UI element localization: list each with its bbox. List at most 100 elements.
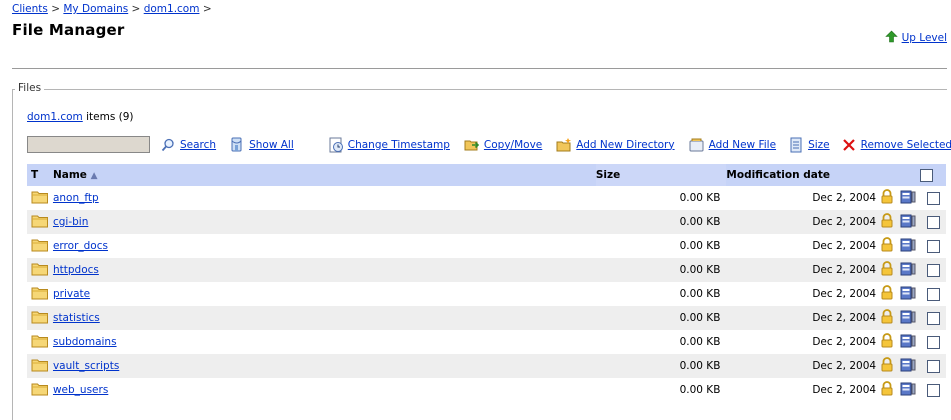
- show-all-icon: [229, 137, 245, 153]
- edit-icon[interactable]: [900, 238, 916, 255]
- edit-cell: [900, 354, 920, 378]
- breadcrumb-clients[interactable]: Clients: [12, 3, 48, 15]
- remove-selected-link[interactable]: Remove Selected: [861, 139, 951, 151]
- row-checkbox[interactable]: [926, 311, 940, 325]
- file-size: 0.00 KB: [679, 384, 721, 396]
- show-all-button[interactable]: Show All: [229, 137, 294, 153]
- breadcrumb-my-domains[interactable]: My Domains: [63, 3, 128, 15]
- permissions-cell: [880, 258, 901, 282]
- file-name-link[interactable]: statistics: [53, 312, 100, 324]
- file-name-cell: httpdocs: [52, 258, 596, 282]
- size-button[interactable]: Size: [788, 137, 830, 153]
- edit-icon[interactable]: [900, 262, 916, 279]
- edit-icon[interactable]: [900, 190, 916, 207]
- row-checkbox[interactable]: [926, 239, 940, 253]
- file-size: 0.00 KB: [679, 336, 721, 348]
- lock-icon[interactable]: [880, 333, 894, 351]
- add-new-directory-button[interactable]: Add New Directory: [556, 137, 675, 153]
- edit-icon[interactable]: [900, 214, 916, 231]
- edit-icon[interactable]: [900, 310, 916, 327]
- lock-icon[interactable]: [880, 381, 894, 399]
- edit-icon[interactable]: [900, 286, 916, 303]
- file-name-link[interactable]: error_docs: [53, 240, 108, 252]
- file-name-link[interactable]: web_users: [53, 384, 108, 396]
- divider: [12, 68, 947, 69]
- edit-cell: [900, 210, 920, 234]
- breadcrumb: Clients > My Domains > dom1.com >: [12, 3, 212, 15]
- lock-icon[interactable]: [880, 309, 894, 327]
- file-size: 0.00 KB: [595, 306, 727, 330]
- lock-icon[interactable]: [880, 285, 894, 303]
- folder-icon: [27, 378, 53, 402]
- edit-icon[interactable]: [900, 334, 916, 351]
- domain-link[interactable]: dom1.com: [27, 111, 83, 123]
- column-name-sort[interactable]: Name ▲: [52, 164, 596, 186]
- row-checkbox[interactable]: [926, 215, 940, 229]
- file-name-link[interactable]: vault_scripts: [53, 360, 119, 372]
- breadcrumb-domain[interactable]: dom1.com: [144, 3, 200, 15]
- row-select-cell: [920, 282, 946, 306]
- lock-icon[interactable]: [880, 189, 894, 207]
- copy-move-button[interactable]: Copy/Move: [464, 137, 542, 153]
- row-checkbox[interactable]: [926, 383, 940, 397]
- size-link[interactable]: Size: [808, 139, 830, 151]
- page-title: File Manager: [12, 21, 125, 39]
- lock-icon[interactable]: [880, 357, 894, 375]
- folder-icon: [27, 306, 53, 330]
- files-section-label: Files: [15, 82, 45, 94]
- row-checkbox[interactable]: [926, 335, 940, 349]
- select-all-checkbox[interactable]: [920, 168, 933, 182]
- row-select-cell: [920, 306, 946, 330]
- change-timestamp-link[interactable]: Change Timestamp: [348, 139, 450, 151]
- add-new-file-button[interactable]: Add New File: [689, 137, 776, 153]
- table-row: anon_ftp 0.00 KB Dec 2, 2004: [27, 186, 946, 210]
- search-button[interactable]: Search: [160, 137, 216, 153]
- folder-icon: [27, 330, 53, 354]
- file-name-link[interactable]: anon_ftp: [53, 192, 99, 204]
- edit-cell: [900, 282, 920, 306]
- edit-cell: [900, 186, 920, 210]
- row-select-cell: [920, 330, 946, 354]
- row-checkbox[interactable]: [926, 263, 940, 277]
- row-checkbox[interactable]: [926, 191, 940, 205]
- row-checkbox[interactable]: [926, 359, 940, 373]
- row-select-cell: [920, 258, 946, 282]
- copy-move-link[interactable]: Copy/Move: [484, 139, 542, 151]
- new-file-icon: [689, 137, 705, 153]
- copy-move-icon: [464, 137, 480, 153]
- folder-icon: [27, 210, 53, 234]
- permissions-cell: [880, 330, 900, 354]
- up-level-button[interactable]: Up Level: [884, 30, 947, 46]
- search-link[interactable]: Search: [180, 139, 216, 151]
- edit-icon[interactable]: [900, 382, 916, 399]
- add-new-file-link[interactable]: Add New File: [709, 139, 776, 151]
- change-timestamp-button[interactable]: Change Timestamp: [328, 137, 450, 153]
- row-select-cell: [920, 234, 946, 258]
- column-modified[interactable]: Modification date: [726, 164, 881, 186]
- file-name-cell: private: [53, 282, 596, 306]
- row-select-cell: [920, 378, 946, 402]
- file-name-link[interactable]: private: [53, 288, 90, 300]
- remove-selected-button[interactable]: Remove Selected: [841, 137, 951, 153]
- table-header-row: T Name ▲ Size Modification date: [27, 164, 946, 186]
- edit-cell: [900, 306, 920, 330]
- file-modified-date: Dec 2, 2004: [726, 258, 881, 282]
- column-size[interactable]: Size: [595, 164, 727, 186]
- column-edit: [900, 164, 920, 186]
- permissions-cell: [880, 354, 901, 378]
- search-input[interactable]: [27, 136, 150, 153]
- lock-icon[interactable]: [880, 213, 894, 231]
- lock-icon[interactable]: [880, 237, 894, 255]
- show-all-link[interactable]: Show All: [249, 139, 294, 151]
- row-checkbox[interactable]: [926, 287, 940, 301]
- edit-cell: [900, 234, 920, 258]
- permissions-cell: [880, 306, 901, 330]
- file-name-link[interactable]: subdomains: [53, 336, 117, 348]
- lock-icon[interactable]: [880, 261, 894, 279]
- file-name-link[interactable]: httpdocs: [53, 264, 99, 276]
- up-level-link[interactable]: Up Level: [902, 32, 947, 44]
- file-name-link[interactable]: cgi-bin: [53, 216, 88, 228]
- add-new-directory-link[interactable]: Add New Directory: [576, 139, 674, 151]
- red-x-icon: [841, 137, 857, 153]
- edit-icon[interactable]: [900, 358, 916, 375]
